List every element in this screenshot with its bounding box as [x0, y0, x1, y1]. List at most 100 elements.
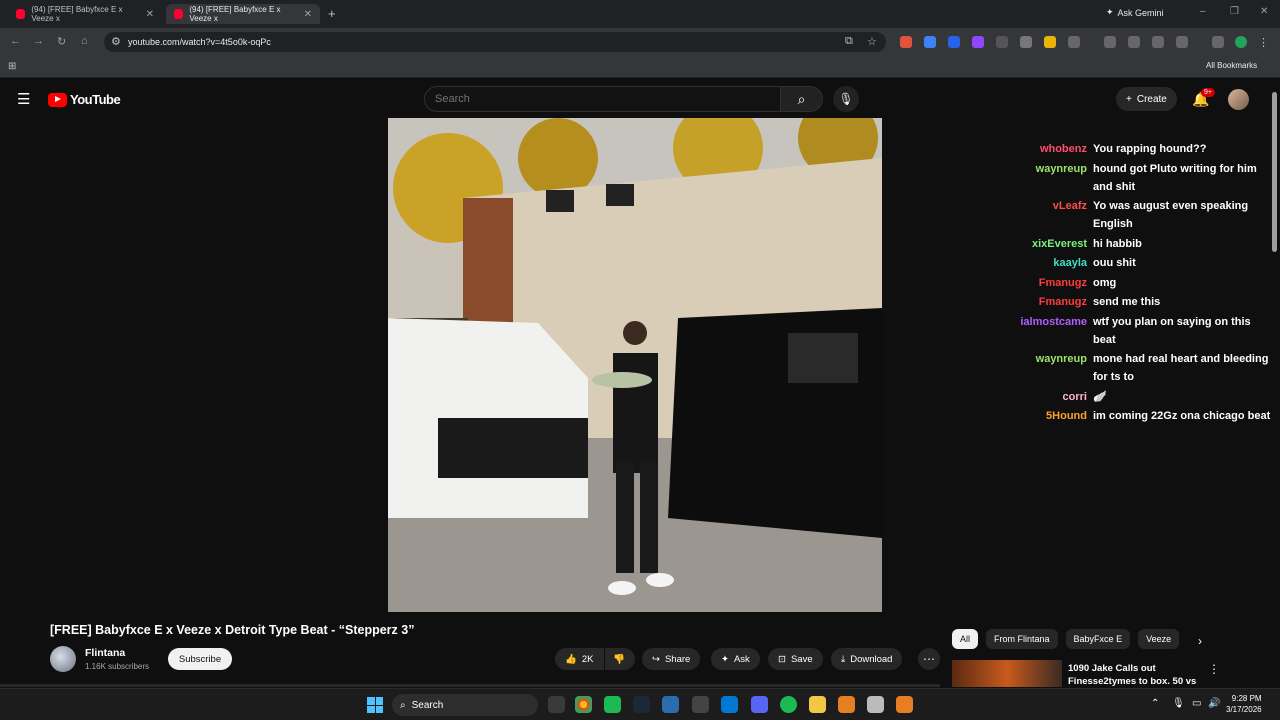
create-button[interactable]: + Create: [1116, 87, 1177, 111]
site-info-icon[interactable]: ⚙: [111, 35, 121, 48]
menu-hamburger-icon[interactable]: ☰: [17, 90, 30, 108]
ask-button[interactable]: ✦ Ask: [711, 648, 760, 670]
bookmarks-bar: [0, 56, 1280, 78]
install-app-icon[interactable]: ⧉: [845, 35, 853, 48]
youtube-play-icon: [48, 92, 67, 107]
bookmark-star-icon[interactable]: ☆: [867, 35, 877, 48]
browser-tab-active[interactable]: (94) [FREE] Babyfxce E x Veeze x ✕: [166, 4, 320, 24]
search-box[interactable]: [424, 86, 781, 112]
chip-veeze[interactable]: Veeze: [1138, 629, 1180, 649]
profile-avatar-icon[interactable]: [1235, 36, 1247, 48]
chevron-right-icon[interactable]: ›: [1198, 634, 1202, 648]
chat-username: corri: [1062, 390, 1087, 403]
extension-icon[interactable]: [1020, 36, 1032, 48]
extension-icon[interactable]: [924, 36, 936, 48]
extension-icon[interactable]: [948, 36, 960, 48]
microphone-tray-icon[interactable]: 🎙: [1172, 698, 1185, 709]
like-button[interactable]: 👍 2K: [555, 648, 604, 670]
youtube-favicon-icon: [174, 9, 184, 19]
thumbs-down-icon: 👎: [613, 653, 625, 665]
voice-search-button[interactable]: 🎙: [833, 86, 859, 112]
star-list-icon[interactable]: [1152, 36, 1164, 48]
app-icon[interactable]: [662, 696, 679, 713]
bookmark-icon: ⊡: [778, 653, 786, 665]
close-window-icon[interactable]: ✕: [1260, 6, 1268, 17]
ask-gemini-button[interactable]: ✦ Ask Gemini: [1106, 7, 1164, 18]
related-filter-chips: All From Flintana BabyFxce E Veeze: [952, 629, 1180, 649]
chat-username: 5Hound: [1046, 410, 1087, 422]
back-icon[interactable]: ←: [10, 35, 21, 47]
live-chat-overlay: whobenz You rapping hound?? waynreup hound …: [1000, 140, 1272, 427]
search-button[interactable]: ⌕: [781, 86, 823, 112]
save-button[interactable]: ⊡ Save: [768, 648, 823, 670]
task-view-icon[interactable]: [548, 696, 565, 713]
download-icon[interactable]: [1176, 36, 1188, 48]
share-button[interactable]: ↪ Share: [642, 648, 701, 670]
reload-icon[interactable]: ↻: [57, 35, 66, 48]
maximize-icon[interactable]: ❐: [1230, 6, 1239, 17]
windows-start-icon[interactable]: [367, 697, 383, 713]
extension-icon[interactable]: [900, 36, 912, 48]
chip-babyfxce-e[interactable]: BabyFxce E: [1065, 629, 1131, 649]
twitch-extension-icon[interactable]: [972, 36, 984, 48]
extension-icon[interactable]: [1044, 36, 1056, 48]
taskbar-search[interactable]: ⌕ Search: [392, 694, 538, 716]
chat-message: kaayla ouu shit: [1000, 254, 1272, 272]
browser-tab[interactable]: (94) [FREE] Babyfxce E x Veeze x ✕: [8, 4, 162, 24]
video-player[interactable]: [388, 118, 882, 612]
all-bookmarks-link[interactable]: All Bookmarks: [1206, 61, 1257, 70]
home-icon[interactable]: ⌂: [81, 35, 88, 47]
search-input[interactable]: [425, 87, 780, 111]
chrome-icon[interactable]: [575, 696, 592, 713]
system-clock[interactable]: 9:28 PM 3/17/2026: [1226, 693, 1262, 715]
file-explorer-icon[interactable]: [809, 696, 826, 713]
tray-overflow-icon[interactable]: ⌃: [1151, 698, 1159, 709]
recommended-more-icon[interactable]: ⋮: [1208, 662, 1220, 676]
youtube-logo[interactable]: YouTube: [48, 92, 121, 107]
subscribe-button[interactable]: Subscribe: [168, 648, 232, 670]
account-avatar[interactable]: [1228, 89, 1249, 110]
subscriber-count: 1.16K subscribers: [85, 662, 150, 671]
chat-username: whobenz: [1039, 143, 1087, 155]
volume-icon[interactable]: 🔊: [1208, 698, 1220, 709]
forward-icon[interactable]: →: [33, 35, 44, 47]
gemini-icon: ✦: [1106, 7, 1114, 17]
dislike-button[interactable]: 👎: [605, 648, 635, 670]
steam-icon[interactable]: [633, 696, 650, 713]
extension-icon[interactable]: [996, 36, 1008, 48]
channel-avatar[interactable]: [50, 646, 76, 672]
new-tab-button[interactable]: +: [328, 6, 336, 21]
more-actions-button[interactable]: ⋯: [918, 648, 940, 670]
apps-grid-icon[interactable]: ⊞: [8, 61, 16, 72]
media-control-icon[interactable]: [1212, 36, 1224, 48]
app-icon[interactable]: [867, 696, 884, 713]
app-icon[interactable]: [692, 696, 709, 713]
chat-message: 5Hound im coming 22Gz ona chicago beat: [1000, 407, 1272, 425]
tab-search-icon[interactable]: [1104, 36, 1116, 48]
fl-studio-icon[interactable]: [838, 696, 855, 713]
network-icon[interactable]: ▭: [1192, 698, 1201, 709]
notification-count-badge: 9+: [1201, 88, 1215, 97]
channel-name[interactable]: Flintana: [85, 647, 125, 659]
close-tab-icon[interactable]: ✕: [146, 9, 154, 20]
discord-icon[interactable]: [751, 696, 768, 713]
spotify-icon[interactable]: [780, 696, 797, 713]
fl-studio-icon[interactable]: [896, 696, 913, 713]
microphone-icon: 🎙: [838, 92, 854, 106]
url-text[interactable]: youtube.com/watch?v=4t5o0k-oqPc: [128, 37, 271, 47]
recommended-thumbnail[interactable]: [952, 660, 1062, 687]
page-scrollbar[interactable]: [1272, 92, 1277, 252]
menu-kebab-icon[interactable]: ⋮: [1258, 36, 1270, 49]
close-tab-icon[interactable]: ✕: [304, 9, 312, 20]
app-icon[interactable]: [721, 696, 738, 713]
download-button[interactable]: ⤓ Download: [831, 648, 903, 670]
chat-username: Fmanugz: [1038, 276, 1087, 289]
chip-from-flintana[interactable]: From Flintana: [986, 629, 1058, 649]
chip-all[interactable]: All: [952, 629, 979, 649]
chat-message: whobenz You rapping hound??: [1000, 140, 1272, 158]
app-icon[interactable]: [604, 696, 621, 713]
minimize-icon[interactable]: –: [1200, 6, 1206, 17]
link-icon[interactable]: [1128, 36, 1140, 48]
video-frame-image: [388, 118, 882, 612]
extensions-puzzle-icon[interactable]: [1068, 36, 1080, 48]
